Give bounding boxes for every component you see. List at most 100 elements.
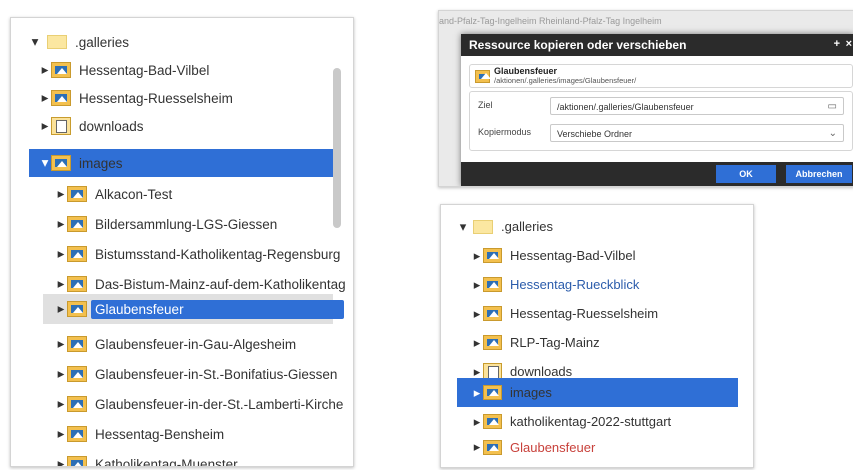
tree-item-glaubensfeuer-moved[interactable]: ▸ Glaubensfeuer — [471, 436, 595, 458]
document-folder-icon — [51, 117, 71, 135]
tree-item-label: Bistumsstand-Katholikentag-Regensburg — [95, 246, 341, 262]
image-folder-icon — [67, 366, 87, 382]
target-input[interactable]: /aktionen/.galleries/Glaubensfeuer ▭ — [550, 97, 844, 115]
tree-item-katholikentag-muenster[interactable]: ▸ Katholikentag-Muenster — [55, 450, 238, 467]
tree-item-label: images — [79, 155, 123, 171]
folder-picker-icon[interactable]: ▭ — [828, 98, 837, 116]
tree-item-hessentag-ruesselsheim[interactable]: ▸ Hessentag-Ruesselsheim — [471, 299, 658, 328]
background-breadcrumb: and-Pfalz-Tag-Ingelheim Rheinland-Pfalz-… — [439, 16, 662, 26]
tree-item-rlp-tag-mainz[interactable]: ▸ RLP-Tag-Mainz — [471, 328, 600, 357]
left-tree-panel: ▾ .galleries ▸ Hessentag-Bad-Vilbel ▸ He… — [10, 17, 354, 467]
tree-item-label: katholikentag-2022-stuttgart — [510, 414, 672, 429]
image-folder-icon — [67, 186, 87, 202]
image-folder-icon — [67, 396, 87, 412]
image-folder-icon — [67, 426, 87, 442]
tree-item-hessentag-bad-vilbel[interactable]: ▸ Hessentag-Bad-Vilbel — [39, 56, 209, 84]
chevron-right-icon[interactable]: ▸ — [471, 306, 483, 322]
chevron-right-icon[interactable]: ▸ — [55, 396, 67, 412]
maximize-icon[interactable]: + — [834, 38, 840, 50]
tree-item-hessentag-bad-vilbel[interactable]: ▸ Hessentag-Bad-Vilbel — [471, 241, 636, 270]
tree-item-label: Alkacon-Test — [95, 186, 173, 202]
tree-item-label: Hessentag-Rueckblick — [510, 277, 640, 292]
chevron-right-icon[interactable]: ▸ — [471, 248, 483, 264]
chevron-right-icon[interactable]: ▸ — [55, 336, 67, 352]
tree-item-glaubensfeuer-dragged[interactable]: ▸ Glaubensfeuer — [43, 294, 344, 324]
image-folder-icon — [483, 385, 502, 400]
chevron-right-icon[interactable]: ▸ — [471, 439, 483, 455]
chevron-right-icon[interactable]: ▸ — [39, 118, 51, 134]
tree-item-label: downloads — [79, 118, 144, 134]
image-folder-icon — [475, 70, 491, 83]
tree-item-bildersammlung[interactable]: ▸ Bildersammlung-LGS-Giessen — [55, 210, 277, 238]
chevron-right-icon[interactable]: ▸ — [471, 414, 483, 430]
chevron-down-icon[interactable]: ⌄ — [829, 125, 837, 143]
tree-item-downloads[interactable]: ▸ downloads — [39, 112, 144, 140]
tree-item-glaubensfeuer-lamberti[interactable]: ▸ Glaubensfeuer-in-der-St.-Lamberti-Kirc… — [55, 390, 343, 418]
tree-item-hessentag-rueckblick[interactable]: ▸ Hessentag-Rueckblick — [471, 270, 639, 299]
image-folder-icon — [67, 216, 87, 232]
image-folder-icon — [67, 456, 87, 466]
dialog-form: Ziel /aktionen/.galleries/Glaubensfeuer … — [469, 91, 853, 151]
tree-item-label: Glaubensfeuer-in-Gau-Algesheim — [95, 336, 297, 352]
chevron-right-icon[interactable]: ▸ — [55, 186, 67, 202]
chevron-right-icon[interactable]: ▸ — [55, 276, 67, 292]
dialog-title: Ressource kopieren oder verschieben — [469, 38, 687, 52]
copy-move-dialog: Ressource kopieren oder verschieben + × … — [461, 34, 853, 186]
image-folder-icon — [483, 248, 502, 263]
scrollbar-thumb[interactable] — [333, 68, 341, 228]
tree-item-images-selected[interactable]: ▸ images — [457, 378, 738, 407]
ok-button[interactable]: OK — [716, 165, 776, 183]
chevron-right-icon[interactable]: ▸ — [55, 426, 67, 442]
image-folder-icon — [51, 155, 71, 171]
copy-mode-value: Verschiebe Ordner — [557, 129, 633, 139]
chevron-right-icon[interactable]: ▸ — [55, 246, 67, 262]
tree-root-galleries[interactable]: ▾ .galleries — [457, 212, 553, 241]
tree-item-glaubensfeuer-gau-algesheim[interactable]: ▸ Glaubensfeuer-in-Gau-Algesheim — [55, 330, 296, 358]
close-icon[interactable]: × — [846, 38, 852, 50]
tree-item-label: Glaubensfeuer — [91, 299, 344, 319]
copy-mode-select[interactable]: Verschiebe Ordner ⌄ — [550, 124, 844, 142]
chevron-right-icon[interactable]: ▸ — [55, 366, 67, 382]
chevron-right-icon[interactable]: ▸ — [471, 277, 483, 293]
target-input-value: /aktionen/.galleries/Glaubensfeuer — [557, 102, 694, 112]
image-folder-icon — [51, 62, 71, 78]
chevron-down-icon[interactable]: ▾ — [29, 34, 41, 50]
image-folder-icon — [483, 414, 502, 429]
dialog-footer: OK Abbrechen — [461, 162, 853, 186]
tree-item-label: Hessentag-Bad-Vilbel — [510, 248, 636, 263]
image-folder-icon — [483, 277, 502, 292]
chevron-down-icon[interactable]: ▾ — [457, 219, 469, 235]
tree-item-glaubensfeuer-bonifatius[interactable]: ▸ Glaubensfeuer-in-St.-Bonifatius-Giesse… — [55, 360, 337, 388]
tree-item-hessentag-bensheim[interactable]: ▸ Hessentag-Bensheim — [55, 420, 224, 448]
right-tree-panel: ▾ .galleries ▸ Hessentag-Bad-Vilbel ▸ He… — [440, 204, 754, 468]
tree-item-label: Hessentag-Ruesselsheim — [79, 90, 233, 106]
chevron-right-icon[interactable]: ▸ — [55, 301, 67, 317]
image-folder-icon — [67, 276, 87, 292]
dialog-screenshot: and-Pfalz-Tag-Ingelheim Rheinland-Pfalz-… — [438, 10, 853, 187]
tree-item-alkacon-test[interactable]: ▸ Alkacon-Test — [55, 180, 172, 208]
chevron-right-icon[interactable]: ▸ — [55, 456, 67, 466]
tree-item-label: Hessentag-Ruesselsheim — [510, 306, 659, 321]
tree-item-katholikentag-2022-stuttgart[interactable]: ▸ katholikentag-2022-stuttgart — [471, 407, 671, 436]
tree-item-hessentag-ruesselsheim[interactable]: ▸ Hessentag-Ruesselsheim — [39, 84, 233, 112]
chevron-right-icon[interactable]: ▸ — [55, 216, 67, 232]
chevron-right-icon[interactable]: ▸ — [39, 62, 51, 78]
tree-item-label: downloads — [510, 364, 573, 379]
chevron-right-icon[interactable]: ▸ — [39, 90, 51, 106]
tree-item-images-selected[interactable]: ▾ images — [29, 149, 335, 177]
image-folder-icon — [67, 336, 87, 352]
image-folder-icon — [483, 306, 502, 321]
target-label: Ziel — [478, 100, 493, 110]
folder-icon — [47, 35, 67, 49]
tree-item-label: .galleries — [75, 34, 130, 50]
image-folder-icon — [67, 301, 87, 317]
tree-item-bistumsstand[interactable]: ▸ Bistumsstand-Katholikentag-Regensburg — [55, 240, 340, 268]
tree-item-label: Hessentag-Bad-Vilbel — [79, 62, 210, 78]
chevron-down-icon[interactable]: ▾ — [39, 155, 51, 171]
tree-item-label: Bildersammlung-LGS-Giessen — [95, 216, 278, 232]
chevron-right-icon[interactable]: ▸ — [471, 335, 483, 351]
cancel-button[interactable]: Abbrechen — [786, 165, 852, 183]
tree-item-label: Katholikentag-Muenster — [95, 456, 238, 467]
chevron-right-icon[interactable]: ▸ — [471, 385, 483, 401]
tree-root-galleries[interactable]: ▾ .galleries — [29, 28, 129, 56]
